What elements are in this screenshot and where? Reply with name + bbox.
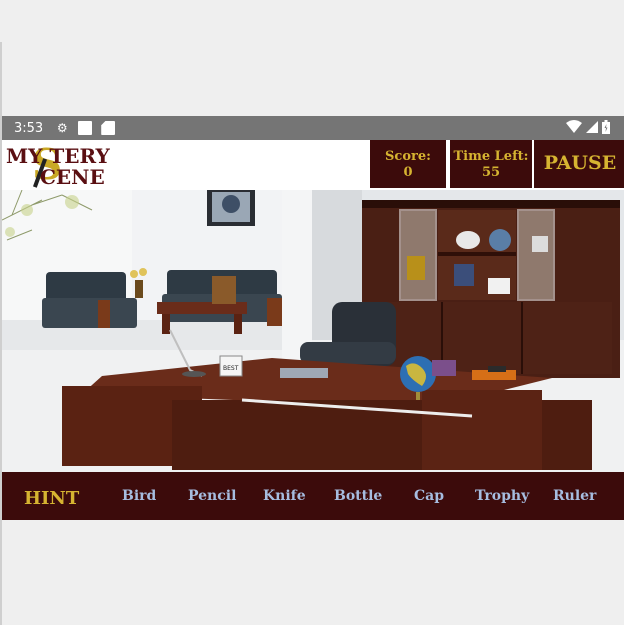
office-scene-illustration[interactable]: BEST xyxy=(2,190,624,472)
hint-button[interactable]: HINT xyxy=(24,488,79,509)
item-bird[interactable]: Bird xyxy=(122,488,156,504)
svg-text:BEST: BEST xyxy=(223,365,239,372)
bookcase-cabinet[interactable] xyxy=(362,200,620,378)
purple-box[interactable] xyxy=(432,360,456,376)
laptop[interactable] xyxy=(280,368,328,378)
item-cap[interactable]: Cap xyxy=(414,488,444,504)
pause-button[interactable]: PAUSE xyxy=(532,140,624,188)
game-screen: 3:53 ⚙ A S MY TERY CENE Score: 0 Time Le… xyxy=(0,0,624,625)
item-pencil[interactable]: Pencil xyxy=(188,488,236,504)
item-knife[interactable]: Knife xyxy=(263,488,306,504)
coffee-mug[interactable]: BEST xyxy=(219,355,243,377)
gear-icon: ⚙ xyxy=(56,121,68,135)
item-bottle[interactable]: Bottle xyxy=(334,488,382,504)
time-left-box: Time Left: 55 xyxy=(448,140,532,188)
item-ruler[interactable]: Ruler xyxy=(553,488,596,504)
mystery-scene-logo: S MY TERY CENE xyxy=(6,140,136,189)
office-scene[interactable]: BEST xyxy=(2,190,624,472)
status-right-icons xyxy=(566,120,610,134)
wall-painting[interactable] xyxy=(207,190,255,226)
signal-icon xyxy=(586,121,598,133)
wifi-icon xyxy=(566,120,582,133)
score-box: Score: 0 xyxy=(368,140,446,188)
logo-line-2: CENE xyxy=(40,165,105,189)
game-header: S MY TERY CENE Score: 0 Time Left: 55 PA… xyxy=(2,140,624,190)
a-box-icon: A xyxy=(78,121,93,135)
status-bar: 3:53 ⚙ A xyxy=(2,116,624,140)
sd-card-icon xyxy=(101,121,116,135)
score-value: 0 xyxy=(403,165,413,180)
time-left-value: 55 xyxy=(481,165,501,180)
item-bar: HINT Bird Pencil Knife Bottle Cap Trophy… xyxy=(2,472,624,520)
score-label: Score: xyxy=(385,149,431,164)
item-trophy[interactable]: Trophy xyxy=(475,488,529,504)
battery-icon xyxy=(602,120,610,134)
status-time: 3:53 xyxy=(14,120,44,136)
time-left-label: Time Left: xyxy=(453,149,529,164)
